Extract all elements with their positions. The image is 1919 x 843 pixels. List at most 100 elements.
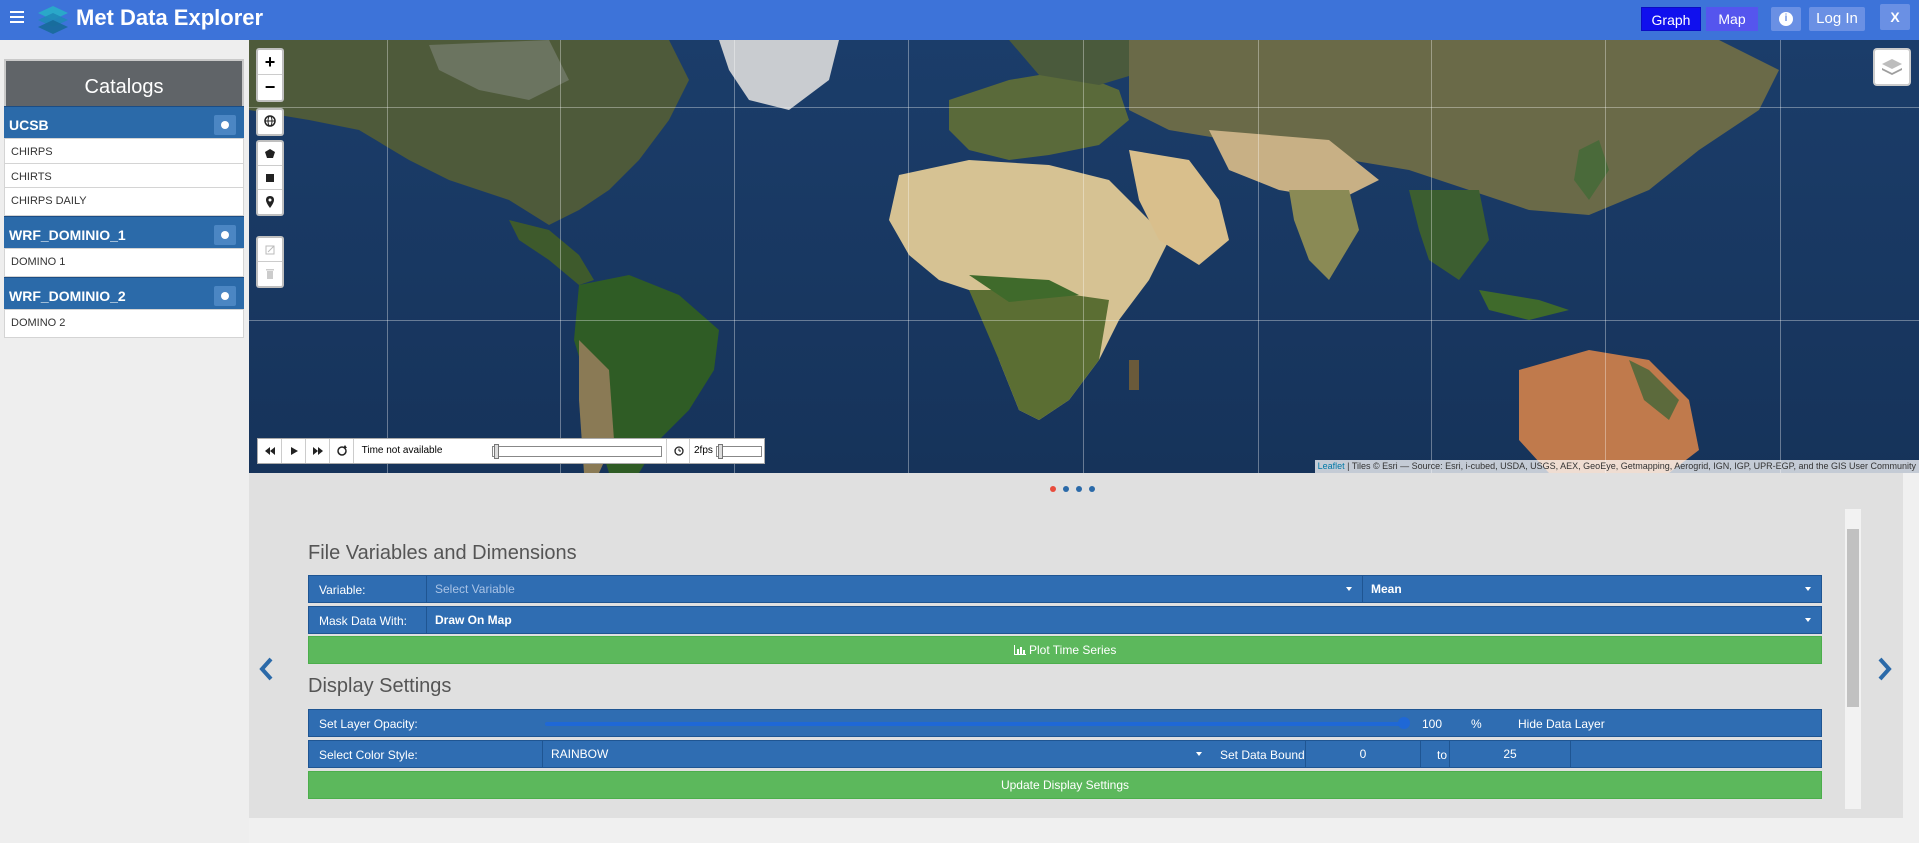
statistic-select-value: Mean (1371, 582, 1402, 596)
mask-row: Mask Data With: Draw On Map (308, 606, 1822, 634)
draw-rectangle-button[interactable] (258, 166, 282, 190)
step-backward-button[interactable] (258, 439, 282, 463)
hamburger-menu-icon[interactable] (10, 11, 24, 25)
graticule-line (734, 40, 735, 473)
catalog-item-domino-1[interactable]: DOMINO 1 (4, 248, 244, 277)
play-icon (291, 447, 298, 455)
opacity-row: Set Layer Opacity: 100 % Hide Data Layer (308, 709, 1822, 737)
graticule-line (249, 320, 1919, 321)
delete-layers-button[interactable] (258, 262, 282, 286)
catalog-name: WRF_DOMINIO_1 (9, 227, 126, 243)
zoom-in-button[interactable]: + (258, 50, 282, 75)
graticule-line (249, 107, 1919, 108)
color-style-value: RAINBOW (551, 747, 609, 761)
loop-button[interactable] (330, 439, 354, 463)
display-settings-heading: Display Settings (308, 675, 452, 697)
catalog-header-wrf-dominio-2[interactable]: WRF_DOMINIO_2 (4, 277, 244, 313)
graticule-line (560, 40, 561, 473)
color-style-label: Select Color Style: (319, 748, 418, 762)
catalog-item-domino-2[interactable]: DOMINO 2 (4, 309, 244, 338)
carousel-dot[interactable] (1063, 486, 1069, 492)
catalog-header-ucsb[interactable]: UCSB (4, 106, 244, 142)
edit-icon (265, 245, 275, 255)
update-display-settings-button[interactable]: Update Display Settings (308, 771, 1822, 799)
info-icon: i (1779, 12, 1793, 26)
page-scrollbar[interactable] (1903, 473, 1919, 818)
plot-time-series-label: Plot Time Series (1028, 643, 1117, 657)
clock-icon (674, 446, 684, 456)
plot-time-series-button[interactable]: Plot Time Series (308, 636, 1822, 664)
mask-select-value: Draw On Map (435, 613, 512, 627)
hide-data-layer-toggle[interactable]: Hide Data Layer (1518, 717, 1605, 731)
globe-icon (264, 115, 276, 127)
chevron-down-icon (1346, 587, 1352, 591)
mask-select[interactable]: Draw On Map (426, 607, 1821, 633)
polygon-icon (265, 149, 275, 158)
trash-icon (266, 269, 274, 279)
graph-button[interactable]: Graph (1641, 7, 1701, 31)
horizontal-scrollbar[interactable] (249, 818, 1919, 843)
edit-layers-button[interactable] (258, 238, 282, 262)
variable-select[interactable]: Select Variable (426, 576, 1362, 602)
attribution-text: | Tiles © Esri — Source: Esri, i-cubed, … (1344, 461, 1916, 471)
catalog-item-chirps-daily[interactable]: CHIRPS DAILY (4, 187, 244, 216)
panel-scrollbar[interactable] (1845, 509, 1861, 809)
opacity-label: Set Layer Opacity: (319, 717, 418, 731)
rectangle-icon (266, 174, 274, 182)
speed-button[interactable] (666, 439, 690, 463)
catalog-add-button[interactable] (214, 286, 236, 306)
file-variables-heading: File Variables and Dimensions (308, 542, 577, 564)
draw-marker-button[interactable] (258, 190, 282, 214)
map-view[interactable]: + − Time not available 2fps Leaflet | Ti… (249, 40, 1919, 473)
refresh-icon (337, 445, 347, 456)
mask-label: Mask Data With: (319, 614, 408, 628)
catalog-header-wrf-dominio-1[interactable]: WRF_DOMINIO_1 (4, 216, 244, 252)
leaflet-link[interactable]: Leaflet (1318, 461, 1345, 471)
opacity-slider[interactable] (545, 722, 1403, 726)
globe-button[interactable] (258, 110, 282, 134)
opacity-unit: % (1471, 717, 1482, 731)
catalog-sidebar: Catalogs UCSB CHIRPS CHIRTS CHIRPS DAILY… (0, 40, 249, 843)
carousel-dot[interactable] (1050, 486, 1056, 492)
draw-polygon-button[interactable] (258, 142, 282, 166)
data-bounds-min-input[interactable]: 0 (1305, 741, 1421, 767)
close-button[interactable]: X (1880, 4, 1910, 30)
info-button[interactable]: i (1771, 7, 1801, 31)
login-button[interactable]: Log In (1809, 7, 1865, 31)
opacity-slider-handle[interactable] (1398, 717, 1410, 729)
graticule-line (908, 40, 909, 473)
time-slider-handle[interactable] (494, 444, 499, 459)
chevron-down-icon (1805, 618, 1811, 622)
carousel-next-icon[interactable] (1876, 655, 1894, 683)
color-style-select[interactable]: RAINBOW (542, 741, 1212, 767)
map-button[interactable]: Map (1706, 7, 1758, 31)
catalog-add-button[interactable] (214, 115, 236, 135)
zoom-control: + − (256, 48, 284, 102)
layers-control-button[interactable] (1873, 48, 1911, 86)
data-bounds-max-input[interactable]: 25 (1449, 741, 1571, 767)
color-style-row: Select Color Style: RAINBOW Set Data Bou… (308, 740, 1822, 768)
catalog-name: UCSB (9, 117, 49, 133)
graticule-line (1083, 40, 1084, 473)
catalog-add-button[interactable] (214, 225, 236, 245)
carousel-dot[interactable] (1076, 486, 1082, 492)
zoom-out-button[interactable]: − (258, 75, 282, 100)
fps-slider-handle[interactable] (718, 444, 723, 459)
carousel-dot[interactable] (1089, 486, 1095, 492)
panel-scrollbar-thumb[interactable] (1847, 529, 1859, 707)
basemap-control (256, 108, 284, 136)
top-navbar: Met Data Explorer Graph Map i Log In X (0, 0, 1919, 40)
app-logo-icon (38, 6, 68, 34)
carousel-prev-icon[interactable] (257, 655, 275, 683)
catalogs-heading: Catalogs (4, 59, 244, 111)
statistic-select[interactable]: Mean (1362, 576, 1821, 602)
time-slider[interactable] (492, 446, 662, 457)
marker-icon (266, 196, 274, 208)
graticule-line (387, 40, 388, 473)
graticule-line (1780, 40, 1781, 473)
draw-toolbar (256, 140, 284, 216)
play-button[interactable] (282, 439, 306, 463)
data-bounds-label: Set Data Bounds: (1220, 748, 1315, 762)
opacity-value: 100 (1422, 717, 1443, 731)
step-forward-button[interactable] (306, 439, 330, 463)
